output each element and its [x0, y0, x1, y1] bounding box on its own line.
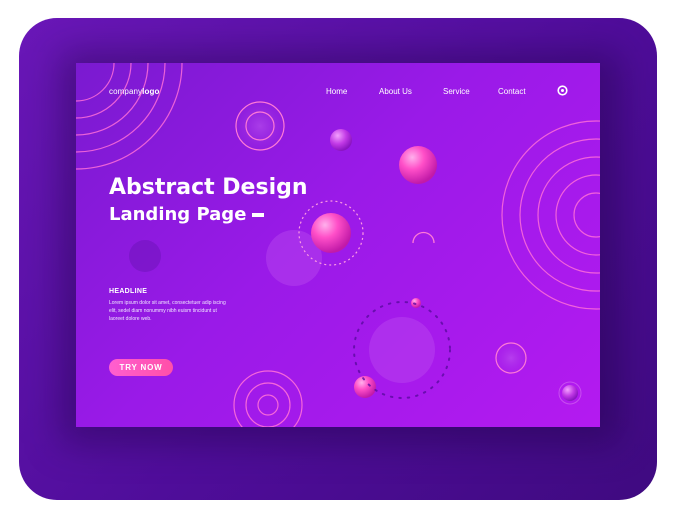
search-icon[interactable]: [557, 85, 568, 96]
bottom-rings: [233, 370, 303, 427]
soft-blob-2: [369, 317, 435, 383]
pink-sphere-right: [399, 146, 437, 184]
small-sphere-top: [330, 129, 352, 151]
company-logo[interactable]: companylogo: [109, 87, 159, 96]
top-navigation: companylogo Home About Us Service Contac…: [76, 63, 600, 123]
small-arc: [412, 231, 435, 244]
small-sphere-bottom-right: [562, 385, 578, 401]
nav-home[interactable]: Home: [326, 87, 347, 96]
section-body: Lorem ipsum dolor sit amet, consectetuer…: [109, 300, 226, 322]
tiny-sphere: [411, 298, 421, 308]
try-now-button[interactable]: TRY NOW: [109, 359, 173, 376]
nav-service[interactable]: Service: [443, 87, 470, 96]
text-cursor-icon: [252, 213, 265, 217]
landing-page-card: companylogo Home About Us Service Contac…: [76, 63, 600, 427]
dark-dot: [129, 240, 161, 272]
hero-title: Abstract Design: [109, 175, 308, 200]
right-rings: [501, 120, 600, 310]
hero-subtitle: Landing Page: [109, 204, 265, 225]
nav-about-us[interactable]: About Us: [379, 87, 412, 96]
nav-contact[interactable]: Contact: [498, 87, 526, 96]
pink-sphere-center: [311, 213, 351, 253]
bottom-right-ring: [495, 342, 527, 374]
section-headline: HEADLINE: [109, 288, 148, 295]
